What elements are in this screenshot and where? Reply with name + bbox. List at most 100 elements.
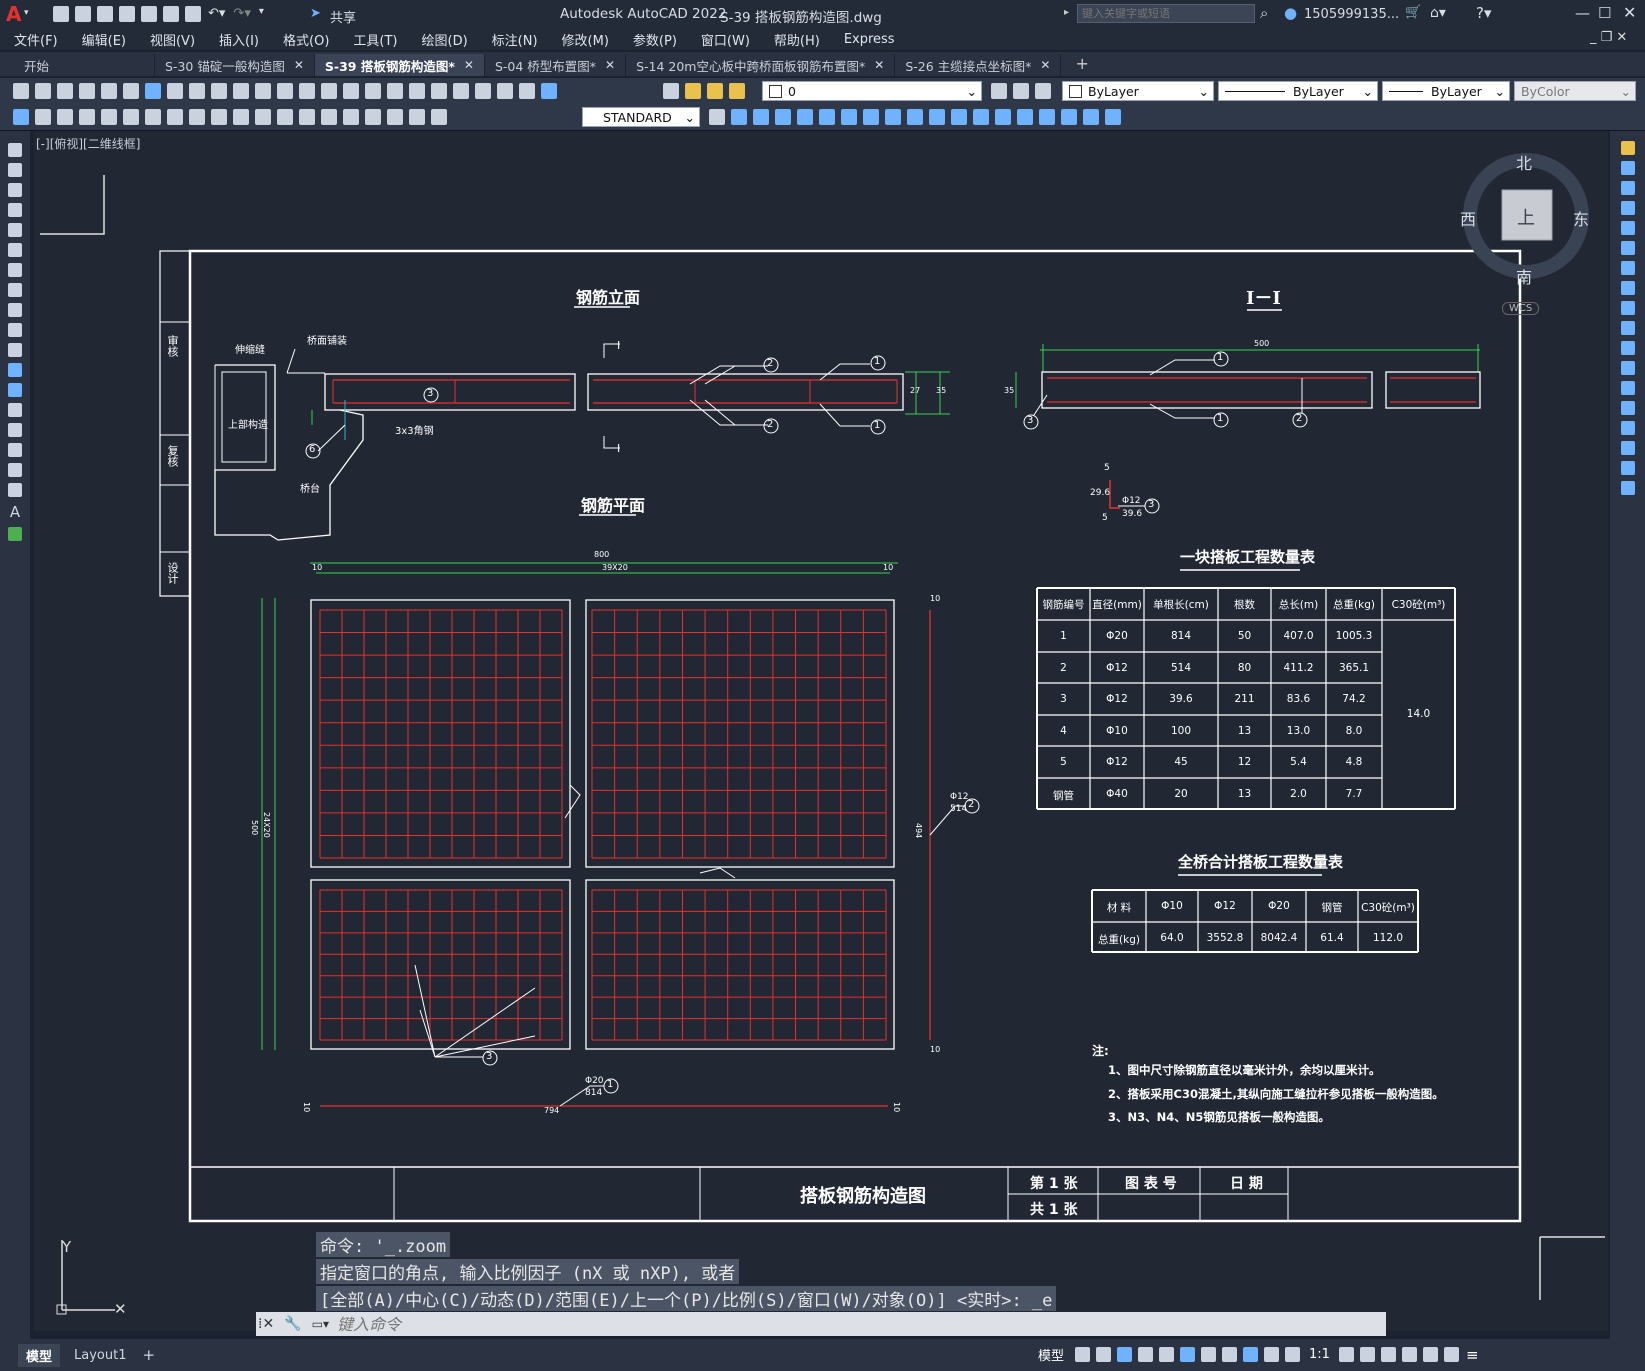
command-customize-icon[interactable]: 🔧 — [284, 1316, 301, 1332]
layout-tab-layout1[interactable]: Layout1 — [66, 1346, 134, 1365]
viewcube-south[interactable]: 南 — [1516, 264, 1532, 288]
section-title: I－I — [1246, 288, 1281, 309]
rebar3-length: 39.6 — [1122, 509, 1143, 519]
command-input[interactable] — [335, 1313, 1386, 1335]
table2-cell: 112.0 — [1372, 932, 1404, 944]
table1-cell: 2 — [1060, 662, 1067, 674]
side-strip — [159, 250, 191, 597]
annotation-monitor-icon[interactable] — [1359, 1347, 1375, 1362]
table1-cell: 80 — [1237, 662, 1252, 674]
table2-header: Φ12 — [1214, 900, 1236, 912]
polar-tracking-icon[interactable] — [1138, 1347, 1154, 1362]
table1-cell: 514 — [1170, 662, 1192, 674]
table1-cell: 4 — [1060, 725, 1067, 737]
table1-cell: Φ10 — [1106, 725, 1128, 737]
table1-header: 直径(mm) — [1092, 599, 1142, 611]
section-mark-bottom: I — [617, 442, 621, 455]
table1-cell: 3 — [1060, 693, 1067, 705]
graphics-performance-icon[interactable] — [1422, 1347, 1438, 1362]
clean-screen-icon[interactable] — [1443, 1347, 1459, 1362]
rebar3-dim-a-bottom: 5 — [1102, 513, 1108, 523]
table2-header: 钢管 — [1321, 902, 1343, 914]
table1-title: 一块搭板工程数量表 — [1180, 548, 1316, 566]
dim-10-left: 10 — [312, 563, 323, 572]
table1-cell: 7.7 — [1345, 788, 1363, 800]
table2-cell: 61.4 — [1320, 932, 1344, 944]
table1-cell: 1 — [1060, 630, 1067, 642]
table1-cell: 12 — [1237, 756, 1252, 768]
quick-properties-icon[interactable] — [1401, 1347, 1417, 1362]
wcs-menu[interactable]: WCS — [1502, 302, 1540, 315]
drawing-svg — [40, 153, 1605, 1315]
table1-cell: 50 — [1237, 630, 1252, 642]
snap-mode-icon[interactable] — [1096, 1347, 1112, 1362]
table1-cell: Φ40 — [1106, 788, 1128, 800]
command-history-line-1: 命令: '_.zoom — [316, 1232, 451, 1257]
table1-header: 单根长(cm) — [1153, 599, 1209, 611]
table1-cell: Φ12 — [1106, 662, 1128, 674]
grid-icon[interactable] — [1075, 1347, 1091, 1362]
elevation-title: 钢筋立面 — [576, 288, 641, 307]
viewcube-west[interactable]: 西 — [1460, 206, 1476, 230]
lineweight-display-icon[interactable] — [1201, 1347, 1217, 1362]
label-deck-pave: 桥面铺装 — [307, 336, 347, 347]
label-expansion: 伸缩缝 — [235, 345, 265, 356]
units-icon[interactable] — [1380, 1347, 1396, 1362]
table1-cell: 13 — [1237, 725, 1252, 737]
auto-scale-icon[interactable] — [1264, 1347, 1280, 1362]
rebar-callout-number: 3 — [486, 1051, 493, 1062]
annotation-scale-icon[interactable] — [1285, 1347, 1301, 1362]
model-space-toggle[interactable]: 模型 — [1038, 1345, 1064, 1364]
table1-cell: Φ20 — [1106, 630, 1128, 642]
recent-commands-icon[interactable]: ▭▾ — [312, 1317, 329, 1331]
object-snap-icon[interactable] — [1180, 1347, 1196, 1362]
annotation-visibility-icon[interactable] — [1243, 1347, 1259, 1362]
table1-cell: 74.2 — [1342, 693, 1366, 705]
transparency-icon[interactable] — [1222, 1347, 1238, 1362]
viewcube-east[interactable]: 东 — [1573, 206, 1589, 230]
table2-cell: 8042.4 — [1260, 932, 1298, 944]
figure-number-label: 图 表 号 — [1125, 1176, 1177, 1192]
table1-header: 钢筋编号 — [1042, 599, 1085, 611]
note-1: 1、图中尺寸除钢筋直径以毫米计外，余均以厘米计。 — [1108, 1063, 1381, 1077]
dim-500-plan: 500 — [250, 820, 259, 836]
table1-header: 总重(kg) — [1333, 599, 1375, 611]
ortho-icon[interactable] — [1117, 1347, 1133, 1362]
layout-tab-model[interactable]: 模型 — [18, 1343, 61, 1367]
annotation-scale-value[interactable]: 1:1 — [1309, 1347, 1330, 1362]
table1-cell: Φ12 — [1106, 693, 1128, 705]
rebar-callout-number: 2 — [767, 358, 774, 369]
isodraft-icon[interactable] — [1159, 1347, 1175, 1362]
rebar-callout-number: 1 — [874, 356, 881, 367]
command-history-line-2: 指定窗口的角点, 输入比例因子 (nX 或 nXP), 或者 — [316, 1259, 740, 1284]
table1-cell: 211 — [1234, 693, 1255, 705]
ucs-y-axis-label: Y — [62, 1238, 72, 1256]
section-mark-top: I — [617, 339, 621, 352]
table2-header: Φ20 — [1268, 900, 1290, 912]
rebar-callout-number: 6 — [309, 444, 316, 455]
dim-500: 500 — [1254, 339, 1270, 348]
workspace-gear-icon[interactable] — [1338, 1347, 1354, 1362]
table1-header: 根数 — [1234, 599, 1255, 611]
dim-494: 494 — [914, 823, 923, 839]
rebar-callout-number: 2 — [767, 419, 774, 430]
table1-cell: 83.6 — [1286, 693, 1311, 705]
viewcube-north[interactable]: 北 — [1516, 150, 1532, 174]
table1-header: 总长(m) — [1278, 599, 1319, 611]
viewcube-top-face[interactable]: 上 — [1517, 204, 1535, 230]
sheet-total: 共 1 张 — [1030, 1202, 1078, 1218]
rebar-callout-number: 3 — [427, 388, 434, 399]
table2-header: Φ10 — [1161, 900, 1183, 912]
label-superstructure: 上部构造 — [228, 420, 268, 431]
status-bar: 模型 Layout1 + 模型 1:1 ≡ — [0, 1339, 1645, 1371]
dim-10-top: 10 — [930, 594, 941, 603]
table1-cell: 钢管 — [1053, 790, 1074, 802]
command-close-icon[interactable]: ⁞✕ — [258, 1316, 274, 1332]
customization-menu-icon[interactable]: ≡ — [1466, 1346, 1479, 1364]
table1-cell: 1005.3 — [1335, 630, 1373, 642]
dim-39x20: 39X20 — [602, 563, 628, 572]
table2-title: 全桥合计搭板工程数量表 — [1178, 853, 1344, 871]
side-label-design: 设计 — [166, 562, 179, 584]
add-layout-button[interactable]: + — [142, 1346, 155, 1364]
dim-10-bottom: 10 — [930, 1045, 941, 1054]
